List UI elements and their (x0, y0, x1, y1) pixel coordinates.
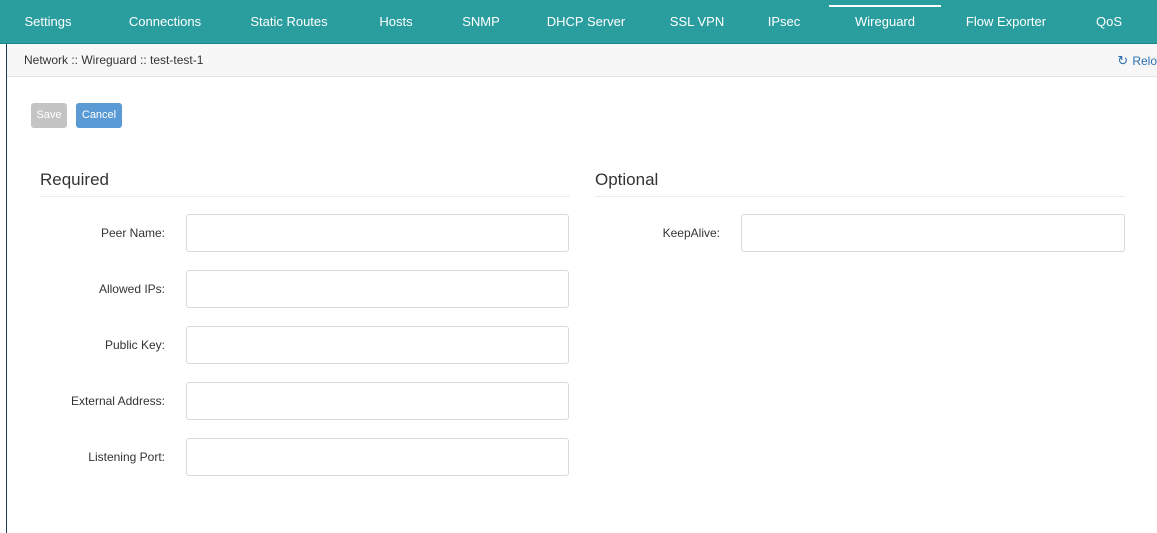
allowed-ips-field[interactable] (186, 270, 569, 308)
optional-section-title: Optional (595, 170, 659, 189)
reload-link[interactable]: ↻ Relo (1117, 44, 1157, 78)
required-section-title: Required (40, 170, 109, 189)
peer-name-field[interactable] (186, 214, 569, 252)
breadcrumb-bar: Network :: Wireguard :: test-test-1 ↻ Rel… (7, 44, 1157, 77)
public-key-label: Public Key: (104, 338, 165, 352)
refresh-icon: ↻ (1117, 53, 1129, 68)
tab-static-routes[interactable]: Static Routes (250, 0, 327, 44)
optional-section-divider (595, 196, 1125, 197)
tab-wireguard[interactable]: Wireguard (829, 0, 941, 44)
tab-ssl-vpn[interactable]: SSL VPN (670, 0, 724, 44)
public-key-field[interactable] (186, 326, 569, 364)
tab-hosts[interactable]: Hosts (379, 0, 412, 44)
reload-label: Relo (1132, 54, 1157, 68)
tab-dhcp-server[interactable]: DHCP Server (547, 0, 626, 44)
allowed-ips-label: Allowed IPs: (98, 282, 165, 296)
tab-ipsec[interactable]: IPsec (768, 0, 801, 44)
breadcrumb: Network :: Wireguard :: test-test-1 (24, 53, 204, 67)
tab-qos[interactable]: QoS (1096, 0, 1122, 44)
external-address-field[interactable] (186, 382, 569, 420)
listening-port-field[interactable] (186, 438, 569, 476)
content-left-border (6, 44, 7, 533)
listening-port-label: Listening Port: (88, 450, 165, 464)
cancel-button[interactable]: Cancel (76, 103, 122, 128)
network-tab-bar: Settings Connections Static Routes Hosts… (0, 0, 1157, 44)
tab-snmp[interactable]: SNMP (462, 0, 500, 44)
save-button[interactable]: Save (31, 103, 67, 128)
tab-settings[interactable]: Settings (25, 0, 72, 44)
peer-name-label: Peer Name: (100, 226, 165, 240)
keepalive-field[interactable] (741, 214, 1125, 252)
keepalive-label: KeepAlive: (662, 226, 720, 240)
tab-connections[interactable]: Connections (129, 0, 201, 44)
tab-flow-exporter[interactable]: Flow Exporter (966, 0, 1046, 44)
external-address-label: External Address: (70, 394, 165, 408)
required-section-divider (40, 196, 570, 197)
